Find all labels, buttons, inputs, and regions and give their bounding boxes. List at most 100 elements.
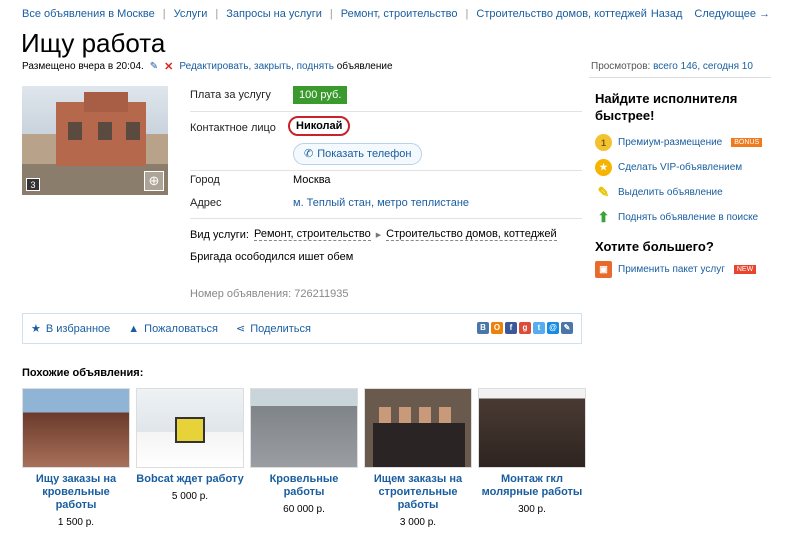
close-icon[interactable]: ✕ bbox=[164, 60, 173, 73]
breadcrumb-services[interactable]: Услуги bbox=[174, 8, 208, 20]
share-button[interactable]: ⋖ Поделиться bbox=[236, 322, 311, 336]
back-link[interactable]: Назад bbox=[651, 8, 683, 20]
address-label: Адрес bbox=[190, 197, 222, 209]
similar-ad-card[interactable]: Bobcat ждет работу 5 000 р. bbox=[136, 388, 244, 528]
vip-link[interactable]: ★ Сделать VIP-объявлением bbox=[595, 155, 775, 180]
photo-window bbox=[126, 122, 140, 140]
breadcrumb-repair[interactable]: Ремонт, строительство bbox=[341, 8, 458, 20]
similar-ad-title[interactable]: Ищу заказы на кровельные работы bbox=[22, 473, 130, 512]
premium-label: Премиум-размещение bbox=[618, 137, 723, 148]
address-link[interactable]: м. Теплый стан, метро теплистане bbox=[293, 197, 469, 209]
highlight-link[interactable]: ✎ Выделить объявление bbox=[595, 180, 775, 205]
service-subcategory-link[interactable]: Строительство домов, коттеджей bbox=[386, 228, 557, 241]
similar-ads-list: Ищу заказы на кровельные работы 1 500 р.… bbox=[22, 388, 586, 528]
raise-link[interactable]: ⬆ Поднять объявление в поиске bbox=[595, 205, 775, 230]
views-value[interactable]: всего 146, сегодня 10 bbox=[653, 61, 753, 72]
similar-ad-title[interactable]: Bobcat ждет работу bbox=[136, 473, 244, 486]
similar-ad-thumbnail[interactable] bbox=[250, 388, 358, 468]
package-label: Применить пакет услуг bbox=[618, 264, 725, 275]
ad-actions-bar: ★ В избранное ▲ Пожаловаться ⋖ Поделитьс… bbox=[22, 313, 582, 344]
similar-ad-thumbnail[interactable] bbox=[364, 388, 472, 468]
workers-heads bbox=[379, 407, 459, 423]
photo-window bbox=[98, 122, 112, 140]
similar-ad-title[interactable]: Монтаж гкл молярные работы bbox=[478, 473, 586, 499]
breadcrumb-service-requests[interactable]: Запросы на услуги bbox=[226, 8, 322, 20]
show-phone-button[interactable]: ✆ Показать телефон bbox=[293, 143, 423, 165]
bobcat-shape bbox=[175, 417, 205, 443]
similar-ad-card[interactable]: Кровельные работы 60 000 р. bbox=[250, 388, 358, 528]
star-icon: ★ bbox=[31, 323, 41, 335]
premium-placement-link[interactable]: 1 Премиум-размещение BONUS bbox=[595, 130, 775, 155]
similar-ad-card[interactable]: Ищу заказы на кровельные работы 1 500 р. bbox=[22, 388, 130, 528]
show-phone-label: Показать телефон bbox=[317, 148, 412, 160]
up-arrow-icon: ⬆ bbox=[597, 209, 610, 225]
similar-ad-price: 60 000 р. bbox=[283, 504, 325, 515]
promo-sidebar: Найдите исполнителя быстрее! 1 Премиум-р… bbox=[595, 90, 775, 282]
posted-time: Размещено вчера в 20:04. bbox=[22, 61, 144, 72]
coin-icon: 1 bbox=[595, 134, 612, 151]
complain-button[interactable]: ▲ Пожаловаться bbox=[128, 323, 218, 335]
price-badge: 100 руб. bbox=[293, 86, 348, 104]
city-value: Москва bbox=[293, 174, 331, 186]
highlighter-icon: ✎ bbox=[597, 184, 610, 200]
highlight-label: Выделить объявление bbox=[618, 187, 723, 198]
photo-count-badge: 3 bbox=[26, 178, 40, 191]
city-label: Город bbox=[190, 174, 220, 186]
social-share-icon[interactable]: В bbox=[477, 322, 489, 334]
social-share-icons: В Оf g t @ ✎ bbox=[477, 322, 573, 334]
ad-photo[interactable]: 3 ⊕ bbox=[22, 86, 168, 195]
similar-ad-thumbnail[interactable] bbox=[136, 388, 244, 468]
next-link[interactable]: Следующее → bbox=[694, 8, 770, 20]
similar-ad-price: 5 000 р. bbox=[171, 491, 209, 502]
service-category-link[interactable]: Ремонт, строительство bbox=[253, 228, 371, 241]
social-share-icon[interactable]: g bbox=[519, 322, 531, 334]
ad-pager: Назад Следующее → bbox=[651, 8, 770, 20]
social-share-icon[interactable]: f bbox=[505, 322, 517, 334]
view-counter: Просмотров: всего 146, сегодня 10 bbox=[591, 61, 753, 72]
favorite-label: В избранное bbox=[45, 322, 111, 335]
promo-title: Найдите исполнителя быстрее! bbox=[595, 91, 738, 123]
similar-ad-title[interactable]: Ищем заказы на строительные работы bbox=[364, 473, 472, 512]
price-label: Плата за услугу bbox=[190, 89, 271, 101]
breadcrumb: Все объявления в Москве | Услуги | Запро… bbox=[22, 8, 647, 20]
contact-name: Николай bbox=[288, 116, 351, 136]
social-share-icon[interactable]: ✎ bbox=[561, 322, 573, 334]
similar-ad-card[interactable]: Монтаж гкл молярные работы 300 р. bbox=[478, 388, 586, 528]
breadcrumb-separator: | bbox=[215, 8, 219, 20]
breadcrumb-separator: | bbox=[162, 8, 166, 20]
workers-shape bbox=[373, 423, 465, 467]
breadcrumb-all-ads[interactable]: Все объявления в Москве bbox=[22, 8, 155, 20]
new-badge: NEW bbox=[733, 265, 757, 274]
social-share-icon[interactable]: @ bbox=[547, 322, 559, 334]
divider bbox=[190, 111, 582, 112]
phone-icon: ✆ bbox=[304, 148, 314, 160]
divider bbox=[190, 218, 582, 219]
similar-ad-thumbnail[interactable] bbox=[22, 388, 130, 468]
complain-label: Пожаловаться bbox=[144, 322, 219, 335]
photo-house-upper bbox=[84, 92, 128, 112]
package-link[interactable]: ▣ Применить пакет услуг NEW bbox=[595, 257, 775, 282]
ad-number: Номер объявления: 726211935 bbox=[190, 288, 349, 300]
similar-ad-title[interactable]: Кровельные работы bbox=[250, 473, 358, 499]
favorite-button[interactable]: ★ В избранное bbox=[31, 322, 111, 336]
posting-meta: Размещено вчера в 20:04. ✎ ✕ Редактирова… bbox=[22, 60, 393, 73]
similar-ad-thumbnail[interactable] bbox=[478, 388, 586, 468]
divider bbox=[190, 170, 582, 171]
vip-medal-icon: ★ bbox=[595, 159, 612, 176]
similar-ads-title: Похожие объявления: bbox=[22, 367, 144, 379]
gift-box-icon: ▣ bbox=[595, 261, 612, 278]
social-share-icon[interactable]: О bbox=[491, 322, 503, 334]
similar-ad-card[interactable]: Ищем заказы на строительные работы 3 000… bbox=[364, 388, 472, 528]
social-share-icon[interactable]: t bbox=[533, 322, 545, 334]
breadcrumb-house-building[interactable]: Строительство домов, коттеджей bbox=[476, 8, 646, 20]
similar-ad-price: 3 000 р. bbox=[399, 517, 437, 528]
contact-label: Контактное лицо bbox=[190, 122, 276, 134]
zoom-icon[interactable]: ⊕ bbox=[144, 171, 164, 191]
similar-ad-price: 1 500 р. bbox=[57, 517, 95, 528]
similar-ad-price: 300 р. bbox=[518, 504, 546, 515]
pencil-icon[interactable]: ✎ bbox=[150, 61, 158, 72]
ad-description: Бригада осободился ишет обем bbox=[190, 251, 354, 263]
views-label: Просмотров: bbox=[591, 61, 651, 72]
service-label: Вид услуги: bbox=[190, 228, 249, 241]
edit-close-raise-link[interactable]: Редактировать, закрыть, поднять bbox=[179, 61, 334, 72]
